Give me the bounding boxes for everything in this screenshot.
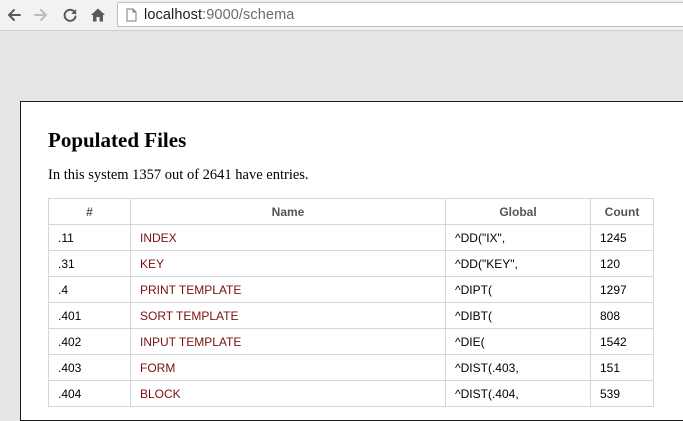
table-header-row: # Name Global Count [48,198,654,225]
url-text: localhost:9000/schema [144,7,294,23]
file-global: ^DIST(.404, [445,380,591,407]
file-count: 1542 [590,328,654,355]
table-row: .403 FORM ^DIST(.403, 151 [48,354,654,381]
file-global: ^DIBT( [445,302,591,329]
file-count: 1245 [590,224,654,251]
home-button[interactable] [87,4,109,26]
column-header-global[interactable]: Global [445,198,591,225]
file-count: 808 [590,302,654,329]
content-panel: Populated Files In this system 1357 out … [20,101,683,421]
column-header-count[interactable]: Count [590,198,654,225]
file-count: 539 [590,380,654,407]
table-row: .402 INPUT TEMPLATE ^DIE( 1542 [48,328,654,355]
page-title: Populated Files [48,128,187,152]
file-count: 1297 [590,276,654,303]
file-global: ^DIE( [445,328,591,355]
file-number: .4 [48,276,131,303]
file-global: ^DIPT( [445,276,591,303]
file-number: .11 [48,224,131,251]
column-header-name[interactable]: Name [130,198,446,225]
file-global: ^DIST(.403, [445,354,591,381]
table-row: .401 SORT TEMPLATE ^DIBT( 808 [48,302,654,329]
forward-button[interactable] [30,4,52,26]
reload-icon [63,8,77,22]
file-global: ^DD("IX", [445,224,591,251]
file-name-link[interactable]: BLOCK [130,380,446,407]
table-row: .4 PRINT TEMPLATE ^DIPT( 1297 [48,276,654,303]
column-header-number[interactable]: # [48,198,131,225]
file-number: .404 [48,380,131,407]
file-name-link[interactable]: FORM [130,354,446,381]
file-name-link[interactable]: PRINT TEMPLATE [130,276,446,303]
file-name-link[interactable]: KEY [130,250,446,277]
url-host: localhost [144,6,203,23]
file-name-link[interactable]: SORT TEMPLATE [130,302,446,329]
page-icon [125,7,138,22]
file-count: 120 [590,250,654,277]
file-name-link[interactable]: INDEX [130,224,446,251]
file-number: .402 [48,328,131,355]
file-number: .31 [48,250,131,277]
address-bar[interactable]: localhost:9000/schema [117,2,683,27]
file-count: 151 [590,354,654,381]
url-path: :9000/schema [202,6,295,23]
table-row: .11 INDEX ^DD("IX", 1245 [48,224,654,251]
home-icon [91,8,105,22]
populated-files-table: # Name Global Count .11 INDEX ^DD("IX", … [48,198,654,407]
file-global: ^DD("KEY", [445,250,591,277]
file-name-link[interactable]: INPUT TEMPLATE [130,328,446,355]
table-row: .404 BLOCK ^DIST(.404, 539 [48,380,654,407]
summary-text: In this system 1357 out of 2641 have ent… [48,167,309,183]
forward-arrow-icon [34,9,47,21]
back-button[interactable] [3,4,25,26]
browser-toolbar: localhost:9000/schema [0,0,683,31]
table-row: .31 KEY ^DD("KEY", 120 [48,250,654,277]
reload-button[interactable] [59,4,81,26]
back-arrow-icon [8,9,21,21]
file-number: .401 [48,302,131,329]
file-number: .403 [48,354,131,381]
